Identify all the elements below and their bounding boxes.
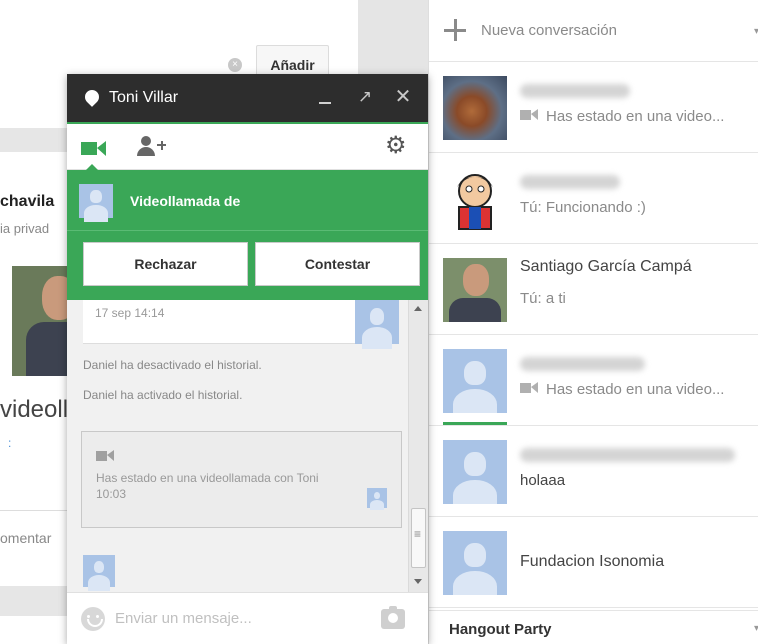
message-time: 17 sep 14:14 xyxy=(95,306,165,320)
plus-icon xyxy=(444,19,466,41)
emoji-icon[interactable] xyxy=(81,607,105,631)
active-indicator xyxy=(443,422,507,425)
contact-name-blurred xyxy=(520,175,620,189)
photo-face xyxy=(463,264,489,296)
snippet-text: holaaa xyxy=(520,472,566,489)
incoming-call-label: Videollamada de xyxy=(130,193,241,209)
message-history: 17 sep 14:14 Daniel ha desactivado el hi… xyxy=(67,300,408,592)
list-item[interactable]: Has estado en una video... xyxy=(429,335,758,426)
list-item[interactable]: Santiago García Campá Tú: a ti xyxy=(429,244,758,335)
video-camera-icon xyxy=(96,450,114,461)
list-item[interactable]: Fundacion Isonomia xyxy=(429,517,758,608)
new-conversation-label: Nueva conversación xyxy=(481,22,617,39)
caller-avatar xyxy=(79,184,113,223)
snippet-text: Has estado en una video... xyxy=(546,108,725,125)
system-message: Daniel ha activado el historial. xyxy=(83,388,243,402)
snippet-text: Tú: a ti xyxy=(520,290,566,307)
chevron-down-icon[interactable]: ▾ xyxy=(754,623,758,634)
avatar xyxy=(443,349,507,413)
app-window: × Añadir chavila ia privad videoll : ome… xyxy=(0,0,758,644)
avatar xyxy=(355,300,399,350)
system-message: Daniel ha desactivado el historial. xyxy=(83,358,262,372)
chat-window: Toni Villar ↗ ✕ ⚙ Videollamada de Rechaz… xyxy=(67,74,428,644)
list-item[interactable]: Has estado en una video... xyxy=(429,62,758,153)
conversation-snippet: Has estado en una video... xyxy=(520,381,724,398)
profile-privacy: ia privad xyxy=(0,221,50,236)
avatar xyxy=(443,76,507,140)
avatar xyxy=(443,531,507,595)
avatar xyxy=(443,167,507,231)
list-item[interactable]: holaaa xyxy=(429,426,758,517)
message-input[interactable] xyxy=(115,605,365,631)
call-record-desc: Has estado en una videollamada con Toni xyxy=(96,471,319,485)
video-camera-icon xyxy=(520,109,538,120)
photo-suit xyxy=(449,298,501,322)
popout-icon[interactable]: ↗ xyxy=(354,86,376,108)
avatar xyxy=(83,555,115,591)
call-record-text: Has estado en una videollamada con Toni … xyxy=(96,470,386,502)
comment-field[interactable]: omentar xyxy=(0,530,51,546)
contact-name-blurred xyxy=(520,448,735,462)
contact-name-blurred xyxy=(520,357,645,371)
photo-face xyxy=(42,276,70,320)
call-record-time: 10:03 xyxy=(96,487,127,501)
chat-title-bar[interactable]: Toni Villar ↗ ✕ xyxy=(67,74,428,122)
message-scrollbar[interactable] xyxy=(408,300,428,592)
conversation-list: Nueva conversación ▾ Has estado en una v… xyxy=(428,0,758,644)
chat-title: Toni Villar xyxy=(109,89,179,106)
avatar xyxy=(367,488,387,511)
profile-photo[interactable] xyxy=(12,266,70,376)
scroll-thumb[interactable] xyxy=(411,508,426,568)
incoming-call-banner: Videollamada de Rechazar Contestar xyxy=(67,170,428,300)
avatar xyxy=(443,258,507,322)
banner-divider xyxy=(67,230,428,231)
message-bubble: 17 sep 14:14 xyxy=(83,300,399,350)
add-person-icon[interactable] xyxy=(137,136,167,158)
new-conversation-button[interactable]: Nueva conversación ▾ xyxy=(429,0,758,62)
reject-button[interactable]: Rechazar xyxy=(83,242,248,286)
post-title: videoll xyxy=(0,396,69,423)
contact-name: Santiago García Campá xyxy=(520,258,692,275)
snippet-text: Tú: Funcionando :) xyxy=(520,199,646,216)
video-camera-icon xyxy=(520,382,538,393)
camera-icon[interactable] xyxy=(381,606,405,629)
remove-icon[interactable]: × xyxy=(228,58,242,72)
compose-bar xyxy=(67,592,428,644)
list-item[interactable]: Tú: Funcionando :) xyxy=(429,153,758,244)
close-icon[interactable]: ✕ xyxy=(392,86,414,108)
avatar xyxy=(443,440,507,504)
hangout-party-label: Hangout Party xyxy=(449,621,552,638)
snippet-text: Has estado en una video... xyxy=(546,381,725,398)
map-pin-icon xyxy=(82,87,102,107)
profile-name[interactable]: chavila xyxy=(0,193,54,211)
cartoon-avatar-icon xyxy=(443,167,507,231)
answer-button[interactable]: Contestar xyxy=(255,242,420,286)
call-record: Has estado en una videollamada con Toni … xyxy=(81,431,402,528)
scroll-down-icon[interactable] xyxy=(414,579,422,584)
video-camera-icon[interactable] xyxy=(81,140,107,156)
gear-icon[interactable]: ⚙ xyxy=(385,132,407,160)
chevron-down-icon[interactable]: ▾ xyxy=(754,26,758,37)
post-link[interactable]: : xyxy=(8,436,11,450)
conversation-snippet: Has estado en una video... xyxy=(520,108,724,125)
scroll-up-icon[interactable] xyxy=(414,306,422,311)
hangout-party-section[interactable]: Hangout Party ▾ xyxy=(429,610,758,644)
contact-name-blurred xyxy=(520,84,630,98)
contact-name: Fundacion Isonomia xyxy=(520,553,665,570)
photo-suit xyxy=(26,322,70,376)
chat-toolbar: ⚙ xyxy=(67,124,428,171)
minimize-icon[interactable] xyxy=(315,86,337,108)
